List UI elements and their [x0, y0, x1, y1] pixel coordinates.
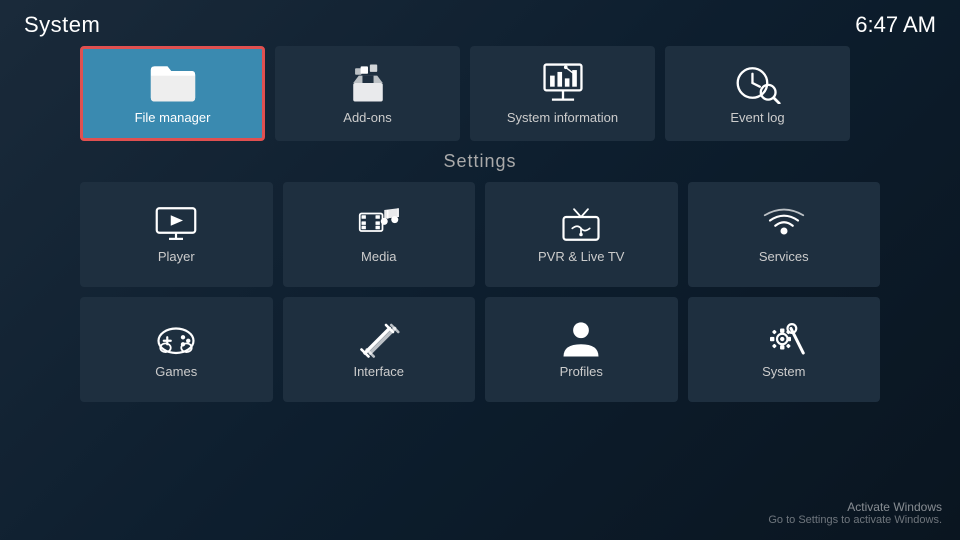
- tile-games[interactable]: Games: [80, 297, 273, 402]
- pvr-icon: [560, 205, 602, 243]
- tile-player[interactable]: Player: [80, 182, 273, 287]
- services-icon: [763, 205, 805, 243]
- tile-pvr-label: PVR & Live TV: [538, 249, 624, 264]
- profiles-icon: [560, 320, 602, 358]
- folder-icon: [149, 62, 197, 104]
- clock: 6:47 AM: [855, 12, 936, 38]
- tile-event-log-label: Event log: [730, 110, 784, 125]
- tile-system-info-label: System information: [507, 110, 618, 125]
- event-log-icon: [734, 62, 782, 104]
- main-content: File manager Add-ons: [0, 46, 960, 402]
- activate-windows-title: Activate Windows: [768, 500, 942, 514]
- tile-system-label: System: [762, 364, 805, 379]
- player-icon: [155, 205, 197, 243]
- tile-media[interactable]: Media: [283, 182, 476, 287]
- tile-services[interactable]: Services: [688, 182, 881, 287]
- tile-profiles[interactable]: Profiles: [485, 297, 678, 402]
- page-title: System: [24, 12, 100, 38]
- tile-profiles-label: Profiles: [560, 364, 603, 379]
- media-icon: [358, 205, 400, 243]
- activate-windows-subtitle: Go to Settings to activate Windows.: [768, 514, 942, 526]
- interface-icon: [358, 320, 400, 358]
- tile-services-label: Services: [759, 249, 809, 264]
- settings-header: Settings: [80, 151, 880, 172]
- tile-interface-label: Interface: [353, 364, 404, 379]
- tile-pvr-live-tv[interactable]: PVR & Live TV: [485, 182, 678, 287]
- system-info-icon: [539, 62, 587, 104]
- tile-file-manager-label: File manager: [135, 110, 211, 125]
- tile-file-manager[interactable]: File manager: [80, 46, 265, 141]
- top-tiles-row: File manager Add-ons: [80, 46, 880, 141]
- games-icon: [155, 320, 197, 358]
- activate-windows-watermark: Activate Windows Go to Settings to activ…: [768, 500, 942, 526]
- tile-event-log[interactable]: Event log: [665, 46, 850, 141]
- tile-media-label: Media: [361, 249, 396, 264]
- top-bar: System 6:47 AM: [0, 0, 960, 46]
- tile-add-ons[interactable]: Add-ons: [275, 46, 460, 141]
- tile-system[interactable]: System: [688, 297, 881, 402]
- tile-system-information[interactable]: System information: [470, 46, 655, 141]
- system-icon: [763, 320, 805, 358]
- settings-grid: Player Media: [80, 182, 880, 402]
- tile-player-label: Player: [158, 249, 195, 264]
- tile-interface[interactable]: Interface: [283, 297, 476, 402]
- tile-games-label: Games: [155, 364, 197, 379]
- addons-icon: [344, 62, 392, 104]
- tile-add-ons-label: Add-ons: [343, 110, 391, 125]
